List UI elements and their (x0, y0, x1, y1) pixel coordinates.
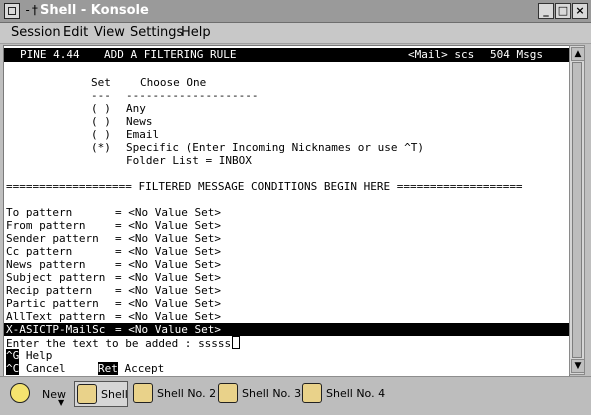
menu-session[interactable]: Session (11, 25, 61, 40)
tab-shell-4-label: Shell No. 4 (326, 387, 386, 400)
set-rule: --- (91, 89, 111, 102)
radio-email[interactable]: ( ) (91, 128, 111, 141)
menu-help[interactable]: Help (181, 25, 211, 40)
condition-selected-value[interactable]: = <No Value Set> (115, 323, 221, 336)
choose-rule: -------------------- (126, 89, 259, 102)
radio-any[interactable]: ( ) (91, 102, 111, 115)
key-help-shortcut: ^G (6, 349, 20, 362)
menu-view[interactable]: View (94, 25, 125, 40)
condition-subject-value[interactable]: = <No Value Set> (115, 271, 221, 284)
pine-message-count: 504 Msgs (490, 48, 543, 61)
tab-shell-2[interactable]: Shell No. 2 (131, 381, 217, 407)
choose-label: Choose One (140, 76, 207, 89)
condition-cc-label: Cc pattern (6, 245, 73, 258)
option-email-label: Email (126, 128, 160, 141)
tab-shell-3-label: Shell No. 3 (242, 387, 302, 400)
condition-subject-label: Subject pattern (6, 271, 106, 284)
scroll-down-arrow-icon[interactable]: ▼ (571, 359, 585, 373)
condition-sender-value[interactable]: = <No Value Set> (115, 232, 221, 245)
condition-to-label: To pattern (6, 206, 73, 219)
option-specific-label: Specific (Enter Incoming Nicknames or us… (126, 141, 425, 154)
window-menu-icon[interactable] (4, 3, 20, 19)
condition-recip-value[interactable]: = <No Value Set> (115, 284, 221, 297)
tab-shell-2-label: Shell No. 2 (157, 387, 217, 400)
input-prompt[interactable]: Enter the text to be added : sssss (6, 336, 241, 350)
pine-app-name: PINE 4.44 (20, 48, 80, 61)
shell-icon (77, 384, 97, 404)
tab-shell-4[interactable]: Shell No. 4 (300, 381, 386, 407)
shell-icon (302, 383, 322, 403)
text-cursor (232, 336, 241, 349)
prompt-input[interactable]: sssss (198, 337, 231, 350)
set-label: Set (91, 76, 111, 89)
menu-edit[interactable]: Edit (63, 25, 88, 40)
key-cancel-label: Cancel (25, 362, 66, 375)
condition-from-label: From pattern (6, 219, 86, 232)
folder-list: Folder List = INBOX (126, 154, 252, 167)
scrollbar-thumb[interactable] (572, 62, 582, 358)
window-title: Shell - Konsole (40, 3, 149, 18)
menu-settings[interactable]: Settings (130, 25, 183, 40)
key-help[interactable]: ^G Help (6, 349, 52, 362)
shell-icon (218, 383, 238, 403)
close-button[interactable]: × (572, 3, 588, 19)
condition-recip-label: Recip pattern (6, 284, 93, 297)
chevron-down-icon[interactable]: ▼ (58, 398, 64, 407)
condition-to-value[interactable]: = <No Value Set> (115, 206, 221, 219)
pine-folder: <Mail> scs (408, 48, 475, 61)
terminal-area[interactable]: PINE 4.44 ADD A FILTERING RULE <Mail> sc… (3, 45, 570, 377)
condition-partic-value[interactable]: = <No Value Set> (115, 297, 221, 310)
option-news-label: News (126, 115, 153, 128)
tab-shell-label: Shell (101, 388, 128, 401)
maximize-button[interactable]: □ (555, 3, 571, 19)
key-help-label: Help (25, 349, 53, 362)
new-session-button[interactable]: New ▼ (8, 381, 68, 407)
condition-from-value[interactable]: = <No Value Set> (115, 219, 221, 232)
condition-alltext-value[interactable]: = <No Value Set> (115, 310, 221, 323)
key-cancel[interactable]: ^C Cancel (6, 362, 66, 375)
menu-bar: Session Edit View Settings Help (0, 23, 591, 44)
condition-selected-label: X-ASICTP-MailSc (6, 323, 106, 336)
key-accept[interactable]: Ret Accept (98, 362, 164, 375)
pin-icon[interactable]: -† (24, 3, 38, 17)
key-cancel-shortcut: ^C (6, 362, 20, 375)
minimize-button[interactable]: _ (538, 3, 554, 19)
tab-shell[interactable]: Shell (74, 381, 128, 407)
condition-partic-label: Partic pattern (6, 297, 99, 310)
session-tab-bar: New ▼ Shell Shell No. 2 Shell No. 3 Shel… (0, 376, 591, 415)
condition-news-value[interactable]: = <No Value Set> (115, 258, 221, 271)
condition-news-label: News pattern (6, 258, 86, 271)
title-bar: -† Shell - Konsole _ □ × (0, 0, 591, 23)
condition-alltext-label: AllText pattern (6, 310, 106, 323)
condition-cc-value[interactable]: = <No Value Set> (115, 245, 221, 258)
terminal-scrollbar[interactable]: ▲ ▼ (569, 45, 585, 375)
scroll-up-arrow-icon[interactable]: ▲ (571, 47, 585, 61)
pine-screen-title: ADD A FILTERING RULE (104, 48, 237, 61)
option-any-label: Any (126, 102, 146, 115)
radio-news[interactable]: ( ) (91, 115, 111, 128)
key-accept-shortcut: Ret (98, 362, 118, 375)
radio-specific[interactable]: (*) (91, 141, 111, 154)
condition-sender-label: Sender pattern (6, 232, 99, 245)
conditions-divider: =================== FILTERED MESSAGE CON… (6, 180, 523, 193)
shell-icon (133, 383, 153, 403)
key-accept-label: Accept (124, 362, 165, 375)
tab-shell-3[interactable]: Shell No. 3 (216, 381, 302, 407)
new-session-icon (10, 383, 30, 403)
pine-header: PINE 4.44 ADD A FILTERING RULE <Mail> sc… (4, 48, 569, 62)
